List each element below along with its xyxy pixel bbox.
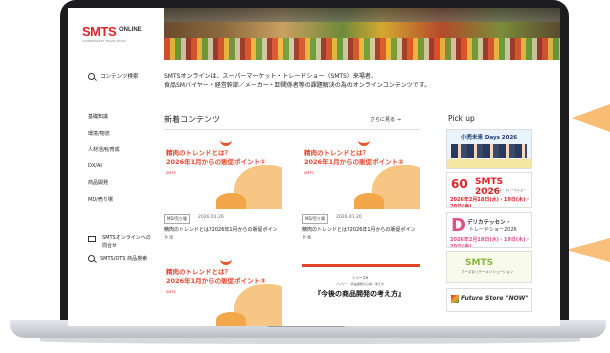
thumb-title: 精肉のトレンドとは？ 2026年1月からの販促ポイント② — [304, 149, 404, 167]
pickup-banner-smts-2026[interactable]: 60 SMTS 2026 スーパーマーケット・トレードショー 2026年2月18… — [446, 172, 532, 208]
logo-suffix: ONLINE — [119, 27, 142, 33]
pickup-banner-future-store[interactable]: Future Store "NOW" — [446, 288, 532, 312]
mail-icon — [88, 236, 96, 242]
laptop-screen: SMTS ONLINE SUPERMARKET TRADE SHOW コンテンツ… — [68, 8, 560, 326]
smile-icon — [220, 256, 232, 265]
thumb-title-line-1: 精肉のトレンドとは？ — [166, 149, 231, 157]
intro-line-1: SMTSオンラインは、スーパーマーケット・トレードショー（SMTS）来場者、 — [164, 73, 377, 80]
thumb-logo: SMTS — [304, 171, 314, 175]
series-label: シリーズ6 — [352, 276, 369, 280]
laptop-shadow — [40, 338, 580, 344]
pickup-banner-delicatessen[interactable]: D デリカテッセン・ トレードショー2026 2026年2月18日(水)・19日… — [446, 212, 532, 248]
content-search-label: コンテンツ検索 — [100, 74, 139, 80]
banner-date: 2026年2月18日(水)・19日(木)・20日(金) — [450, 197, 531, 208]
thumb-shape — [216, 193, 246, 209]
pickup-banner-food-retail-solution[interactable]: SMTS フーズ＆リテールソリューション — [446, 251, 532, 283]
anniversary-number: 60 — [451, 177, 468, 191]
card-title[interactable]: 精肉のトレンドとは?2026年1月からの販促ポイント② — [302, 226, 420, 242]
banner-speakers-image — [451, 144, 527, 158]
card-date: 2026.01.20 — [336, 215, 362, 220]
smile-icon — [220, 137, 232, 146]
content-card[interactable]: 精肉のトレンドとは？ 2026年1月からの販促ポイント② SMTS MD/売り場… — [302, 135, 420, 245]
content-card[interactable]: 精肉のトレンドとは？ 2026年1月からの販促ポイント③ SMTS — [164, 254, 282, 326]
future-store-icon — [451, 295, 459, 303]
thumb-title: 精肉のトレンドとは？ 2026年1月からの販促ポイント① — [166, 149, 266, 167]
section-divider — [164, 129, 420, 130]
content-card[interactable]: 精肉のトレンドとは？ 2026年1月からの販促ポイント① SMTS MD/売り場… — [164, 135, 282, 245]
contact-label-2: 問合せ — [102, 243, 118, 249]
category-tag[interactable]: MD/売り場 — [302, 214, 328, 224]
logo-subtitle: SUPERMARKET TRADE SHOW — [82, 39, 126, 43]
banner-title: Future Store "NOW" — [461, 295, 529, 302]
sidebar-item-md[interactable]: MD/売り場 — [88, 196, 120, 213]
pickup-title: Pick up — [448, 114, 475, 123]
content-search-link[interactable]: コンテンツ検索 — [88, 72, 139, 80]
accent-bar — [302, 264, 420, 267]
banner-title: SMTS — [465, 258, 494, 268]
search-icon — [88, 73, 95, 80]
search-icon — [88, 255, 95, 262]
card-thumbnail: 精肉のトレンドとは？ 2026年1月からの販促ポイント① SMTS — [164, 135, 282, 209]
decorative-arrow — [572, 104, 610, 132]
card-thumbnail: 精肉のトレンドとは？ 2026年1月からの販促ポイント② SMTS — [302, 135, 420, 209]
banner-title: デリカテッセン・ — [467, 220, 512, 226]
thumb-shape — [216, 312, 246, 326]
card-thumbnail: シリーズ6 バイヤー・商品開発の心得・考え方 『今後の商品開発の考え方』 — [302, 264, 420, 326]
sidebar-item-environment-logistics[interactable]: 環境/物流 — [88, 130, 120, 147]
contact-label-1: SMTSオンラインへの — [102, 235, 151, 241]
thumb-logo: SMTS — [166, 290, 176, 294]
sidebar-item-dx-ai[interactable]: DX/AI — [88, 163, 120, 180]
banner-subtitle: トレードショー2026 — [469, 227, 517, 233]
thumb-title: 精肉のトレンドとは？ 2026年1月からの販促ポイント③ — [166, 268, 266, 286]
thumb-title-line-1: 精肉のトレンドとは？ — [166, 268, 231, 276]
pickup-banner-retail-future-days[interactable]: 小売未来 Days 2026 — [446, 129, 532, 169]
thumb-title-line-2: 2026年1月からの販促ポイント② — [304, 158, 404, 166]
banner-subtitle: スーパーマーケット・トレードショー — [475, 188, 526, 192]
hero-ceiling — [164, 8, 560, 22]
thumb-title-line-2: 2026年1月からの販促ポイント① — [166, 158, 266, 166]
site-intro: SMTSオンラインは、スーパーマーケット・トレードショー（SMTS）来場者、 食… — [164, 72, 554, 90]
smile-icon — [358, 137, 370, 146]
card-thumbnail: 精肉のトレンドとは？ 2026年1月からの販促ポイント③ SMTS — [164, 254, 282, 326]
banner-title: 小売未来 Days 2026 — [461, 135, 518, 141]
series-title: 『今後の商品開発の考え方』 — [314, 290, 405, 298]
thumb-logo: SMTS — [166, 171, 176, 175]
new-contents-title: 新着コンテンツ — [164, 115, 220, 124]
see-more-link[interactable]: さらに見る → — [370, 116, 401, 123]
logo-mark: SMTS — [82, 24, 117, 39]
contact-link[interactable]: SMTSオンラインへの 問合せ — [88, 234, 151, 250]
series-subtitle: バイヤー・商品開発の心得・考え方 — [336, 282, 384, 286]
d-logo-icon: D — [451, 215, 466, 236]
thumb-title-line-2: 2026年1月からの販促ポイント③ — [166, 277, 266, 285]
sidebar-item-product-development[interactable]: 商品開発 — [88, 179, 120, 196]
category-tag[interactable]: MD/売り場 — [164, 214, 190, 224]
decorative-arrow — [566, 238, 610, 262]
hero-produce-shelf — [164, 38, 560, 60]
site-logo[interactable]: SMTS ONLINE SUPERMARKET TRADE SHOW — [68, 8, 148, 50]
dts-search-label: SMTS/DTS 商品検索 — [100, 256, 148, 262]
card-date: 2026.01.26 — [198, 215, 224, 220]
content-card[interactable]: シリーズ6 バイヤー・商品開発の心得・考え方 『今後の商品開発の考え方』 — [302, 264, 420, 326]
sidebar-nav: 基礎知識 環境/物流 人材活用/育成 DX/AI 商品開発 MD/売り場 — [88, 113, 120, 212]
banner-title: SMTS 2026 — [475, 177, 504, 197]
banner-subtitle: フーズ＆リテールソリューション — [461, 270, 514, 274]
dts-product-search-link[interactable]: SMTS/DTS 商品検索 — [88, 255, 147, 262]
thumb-shape — [354, 193, 384, 209]
banner-date: 2026年2月18日(水)・19日(木)・20日(金) — [450, 237, 531, 248]
card-title[interactable]: 精肉のトレンドとは?2026年1月からの販促ポイント① — [164, 226, 282, 242]
thumb-title-line-1: 精肉のトレンドとは？ — [304, 149, 369, 157]
sidebar-item-basics[interactable]: 基礎知識 — [88, 113, 120, 130]
banner-strip — [447, 159, 531, 168]
intro-line-2: 食品SMバイヤー・経営幹部／メーカー・卸関係者等の課題解決の為のオンラインコンテ… — [164, 82, 431, 89]
sidebar-item-hr[interactable]: 人材活用/育成 — [88, 146, 120, 163]
